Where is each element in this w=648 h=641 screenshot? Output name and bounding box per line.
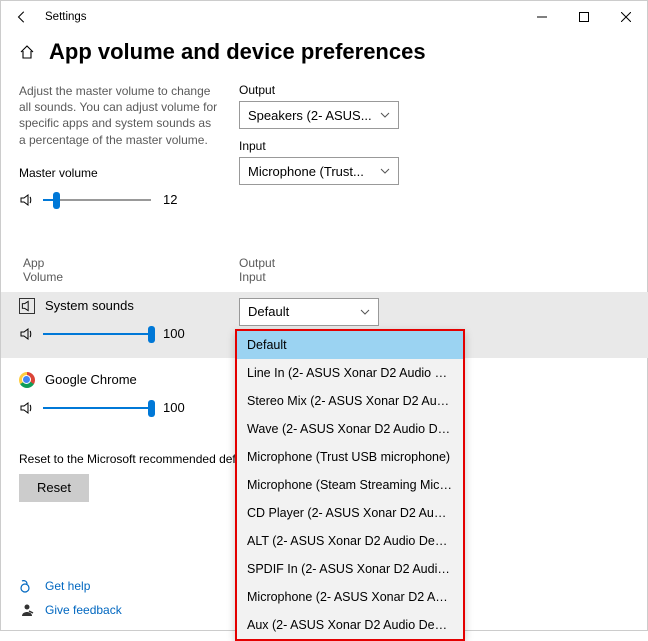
speaker-icon[interactable] <box>19 326 35 342</box>
output-device-value: Speakers (2- ASUS... <box>248 108 372 123</box>
system-sounds-icon <box>19 298 35 314</box>
dropdown-option[interactable]: Microphone (Trust USB microphone) <box>237 443 463 471</box>
maximize-button[interactable] <box>563 1 605 33</box>
system-sounds-volume-slider[interactable] <box>43 324 151 344</box>
dropdown-option[interactable]: CD Player (2- ASUS Xonar D2 Audio Device… <box>237 499 463 527</box>
reset-button[interactable]: Reset <box>19 474 89 502</box>
speaker-icon[interactable] <box>19 400 35 416</box>
chevron-down-icon <box>360 307 370 317</box>
window-controls <box>521 1 647 33</box>
dropdown-option[interactable]: SPDIF In (2- ASUS Xonar D2 Audio Device) <box>237 555 463 583</box>
input-device-select[interactable]: Microphone (Trust... <box>239 157 399 185</box>
system-sounds-output-value: Default <box>248 304 289 319</box>
description-text: Adjust the master volume to change all s… <box>19 83 219 148</box>
back-icon[interactable] <box>15 10 29 24</box>
speaker-icon[interactable] <box>19 192 35 208</box>
dropdown-option[interactable]: Microphone (Steam Streaming Microphone) <box>237 471 463 499</box>
master-volume-slider[interactable] <box>43 190 151 210</box>
output-device-select[interactable]: Speakers (2- ASUS... <box>239 101 399 129</box>
close-button[interactable] <box>605 1 647 33</box>
input-device-value: Microphone (Trust... <box>248 164 364 179</box>
window-title: Settings <box>45 11 87 23</box>
master-volume-label: Master volume <box>19 166 219 180</box>
get-help-link[interactable]: Get help <box>45 579 90 593</box>
page-title: App volume and device preferences <box>49 39 426 65</box>
help-icon <box>19 578 35 594</box>
dropdown-option[interactable]: Default <box>237 331 463 359</box>
system-sounds-volume-value: 100 <box>163 326 185 341</box>
app-name: Google Chrome <box>45 372 137 387</box>
dropdown-option[interactable]: Stereo Mix (2- ASUS Xonar D2 Audio Devic… <box>237 387 463 415</box>
dropdown-option[interactable]: Wave (2- ASUS Xonar D2 Audio Device) <box>237 415 463 443</box>
dropdown-option[interactable]: Aux (2- ASUS Xonar D2 Audio Device) <box>237 611 463 639</box>
chevron-down-icon <box>380 166 390 176</box>
output-label: Output <box>239 83 399 97</box>
feedback-icon <box>19 602 35 618</box>
chrome-volume-value: 100 <box>163 400 185 415</box>
input-device-dropdown[interactable]: DefaultLine In (2- ASUS Xonar D2 Audio D… <box>235 329 465 641</box>
title-bar: Settings <box>1 1 647 33</box>
give-feedback-link[interactable]: Give feedback <box>45 603 122 617</box>
chevron-down-icon <box>380 110 390 120</box>
chrome-icon <box>19 372 35 388</box>
minimize-button[interactable] <box>521 1 563 33</box>
page-header: App volume and device preferences <box>1 33 647 83</box>
system-sounds-output-select[interactable]: Default <box>239 298 379 326</box>
dropdown-option[interactable]: Line In (2- ASUS Xonar D2 Audio Device) <box>237 359 463 387</box>
app-list-header: App Volume Output Input <box>19 256 629 284</box>
dropdown-option[interactable]: ALT (2- ASUS Xonar D2 Audio Device) <box>237 527 463 555</box>
app-name: System sounds <box>45 298 134 313</box>
dropdown-option[interactable]: Microphone (2- ASUS Xonar D2 Audio Devic… <box>237 583 463 611</box>
input-label: Input <box>239 139 399 153</box>
chrome-volume-slider[interactable] <box>43 398 151 418</box>
master-volume-value: 12 <box>163 192 177 207</box>
home-icon[interactable] <box>19 44 35 60</box>
